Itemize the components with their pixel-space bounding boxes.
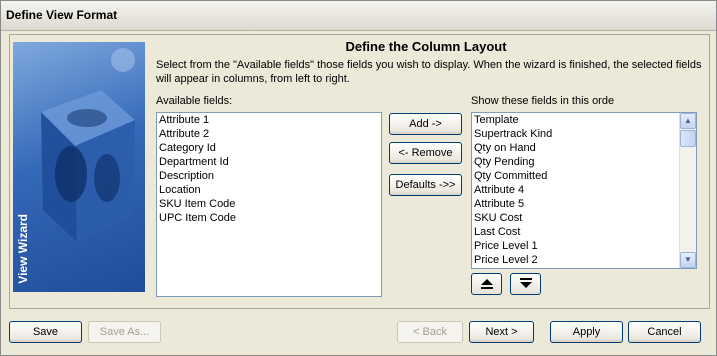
available-fields-label: Available fields: bbox=[156, 95, 233, 107]
wizard-side-panel: View Wizard bbox=[13, 42, 145, 292]
list-item[interactable]: Price Level 2 bbox=[472, 253, 696, 267]
list-item[interactable]: Location bbox=[157, 183, 381, 197]
apply-button[interactable]: Apply bbox=[550, 321, 623, 343]
list-item[interactable]: SKU Item Code bbox=[157, 197, 381, 211]
list-item[interactable]: SKU Cost bbox=[472, 211, 696, 225]
vertical-scrollbar[interactable]: ▲ ▼ bbox=[679, 113, 696, 268]
scroll-down-icon[interactable]: ▼ bbox=[680, 252, 696, 268]
next-button[interactable]: Next > bbox=[469, 321, 534, 343]
list-item[interactable]: Price Level 1 bbox=[472, 239, 696, 253]
cube-graphic-icon bbox=[41, 48, 135, 242]
save-button[interactable]: Save bbox=[9, 321, 82, 343]
cancel-button[interactable]: Cancel bbox=[628, 321, 701, 343]
list-item[interactable]: Attribute 5 bbox=[472, 197, 696, 211]
title-bar: Define View Format bbox=[1, 1, 716, 31]
move-up-button[interactable] bbox=[471, 273, 502, 295]
list-item[interactable]: Qty Committed bbox=[472, 169, 696, 183]
list-item[interactable]: Supertrack Kind bbox=[472, 127, 696, 141]
list-item[interactable]: Department Id bbox=[157, 155, 381, 169]
save-as-button[interactable]: Save As... bbox=[88, 321, 161, 343]
list-item[interactable]: Attribute 2 bbox=[157, 127, 381, 141]
defaults-button[interactable]: Defaults ->> bbox=[389, 174, 462, 196]
list-item[interactable]: Qty Pending bbox=[472, 155, 696, 169]
selected-fields-list[interactable]: Template Supertrack Kind Qty on Hand Qty… bbox=[471, 112, 697, 269]
scrollbar-thumb[interactable] bbox=[680, 130, 696, 147]
list-item[interactable]: Description bbox=[157, 169, 381, 183]
list-item[interactable]: Attribute 4 bbox=[472, 183, 696, 197]
remove-button[interactable]: <- Remove bbox=[389, 142, 462, 164]
list-item[interactable]: Template bbox=[472, 113, 696, 127]
move-down-button[interactable] bbox=[510, 273, 541, 295]
list-item[interactable]: Category Id bbox=[157, 141, 381, 155]
wizard-content: View Wizard Define the Column Layout Sel… bbox=[9, 34, 710, 309]
list-item[interactable]: Qty on Hand bbox=[472, 141, 696, 155]
back-button[interactable]: < Back bbox=[397, 321, 463, 343]
define-view-format-dialog: Define View Format View Wizard Define th… bbox=[0, 0, 717, 356]
page-heading: Define the Column Layout bbox=[345, 39, 507, 54]
move-down-icon bbox=[519, 278, 532, 288]
list-item[interactable]: UPC Item Code bbox=[157, 211, 381, 225]
list-item[interactable]: Attribute 1 bbox=[157, 113, 381, 127]
window-title: Define View Format bbox=[6, 8, 118, 22]
instructions-text: Select from the "Available fields" those… bbox=[156, 59, 702, 85]
wizard-side-label: View Wizard bbox=[16, 214, 30, 284]
available-fields-list[interactable]: Attribute 1 Attribute 2 Category Id Depa… bbox=[156, 112, 382, 297]
add-button[interactable]: Add -> bbox=[389, 113, 462, 135]
move-up-icon bbox=[480, 279, 493, 289]
scroll-up-icon[interactable]: ▲ bbox=[680, 113, 696, 129]
list-item[interactable]: Last Cost bbox=[472, 225, 696, 239]
selected-fields-label: Show these fields in this orde bbox=[471, 95, 615, 107]
